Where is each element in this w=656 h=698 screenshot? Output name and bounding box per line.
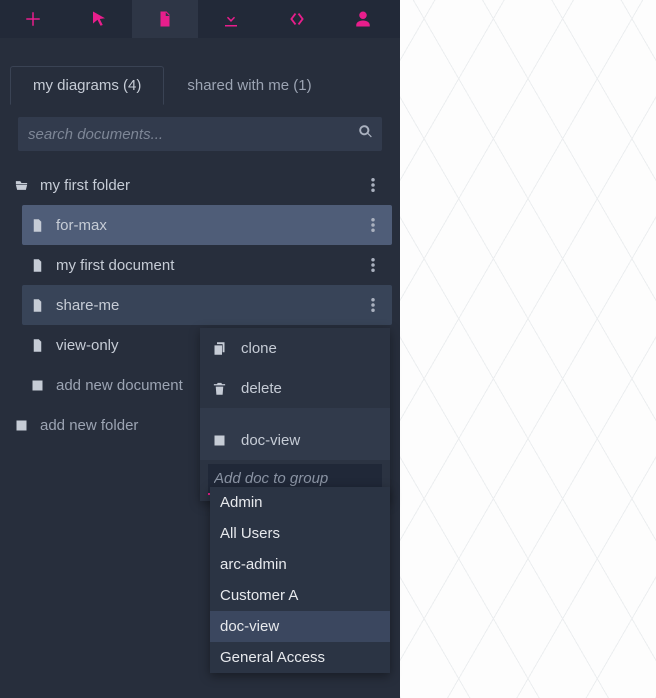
folder-menu-button[interactable]: [362, 178, 384, 192]
plus-box-icon: [10, 418, 32, 433]
group-option[interactable]: doc-view: [210, 611, 390, 642]
document-icon: [26, 258, 48, 273]
user-icon: [354, 10, 372, 28]
document-icon: [26, 338, 48, 353]
cursor-icon: [90, 10, 108, 28]
download-icon: [222, 10, 240, 28]
toolbar-user-button[interactable]: [330, 0, 396, 38]
document-label: for-max: [56, 217, 107, 234]
tab-shared-with-me[interactable]: shared with me (1): [164, 66, 334, 105]
search-input[interactable]: [18, 120, 348, 149]
group-option[interactable]: Customer A: [210, 580, 390, 611]
group-suggestion-list: Admin All Users arc-admin Customer A doc…: [210, 487, 390, 673]
top-toolbar: [0, 0, 400, 38]
document-menu-button[interactable]: [362, 298, 384, 312]
menu-item-delete[interactable]: delete: [200, 368, 390, 408]
document-label: share-me: [56, 297, 119, 314]
document-row[interactable]: share-me: [22, 285, 392, 325]
plus-icon: [24, 10, 42, 28]
folder-label: my first folder: [40, 177, 130, 194]
tab-my-diagrams[interactable]: my diagrams (4): [10, 66, 164, 105]
search-icon: [358, 124, 373, 139]
document-label: my first document: [56, 257, 174, 274]
file-icon: [156, 10, 174, 28]
toolbar-documents-button[interactable]: [132, 0, 198, 38]
trash-icon: [212, 381, 227, 396]
menu-item-label: doc-view: [241, 432, 300, 449]
menu-item-group[interactable]: doc-view: [200, 420, 390, 460]
folder-open-icon: [10, 178, 32, 193]
group-option[interactable]: Admin: [210, 487, 390, 518]
canvas-background[interactable]: [400, 0, 656, 698]
code-icon: [288, 10, 306, 28]
folder-row[interactable]: my first folder: [8, 165, 392, 205]
search-bar: [18, 117, 382, 151]
clone-icon: [212, 341, 227, 356]
group-option[interactable]: General Access: [210, 642, 390, 673]
add-document-label: add new document: [56, 377, 183, 394]
toolbar-download-button[interactable]: [198, 0, 264, 38]
document-tabs: my diagrams (4) shared with me (1): [10, 66, 400, 105]
add-folder-label: add new folder: [40, 417, 138, 434]
search-button[interactable]: [348, 124, 382, 144]
group-option[interactable]: arc-admin: [210, 549, 390, 580]
document-context-menu: clone delete doc-view: [200, 328, 390, 501]
toolbar-code-button[interactable]: [264, 0, 330, 38]
plus-box-icon: [26, 378, 48, 393]
menu-separator: [200, 408, 390, 420]
menu-item-label: delete: [241, 380, 282, 397]
document-row[interactable]: for-max: [22, 205, 392, 245]
toolbar-add-button[interactable]: [0, 0, 66, 38]
document-label: view-only: [56, 337, 119, 354]
document-menu-button[interactable]: [362, 218, 384, 232]
document-icon: [26, 298, 48, 313]
minus-box-icon: [212, 433, 227, 448]
menu-item-label: clone: [241, 340, 277, 357]
group-option[interactable]: All Users: [210, 518, 390, 549]
document-menu-button[interactable]: [362, 258, 384, 272]
menu-item-clone[interactable]: clone: [200, 328, 390, 368]
document-row[interactable]: my first document: [22, 245, 392, 285]
toolbar-select-button[interactable]: [66, 0, 132, 38]
document-icon: [26, 218, 48, 233]
